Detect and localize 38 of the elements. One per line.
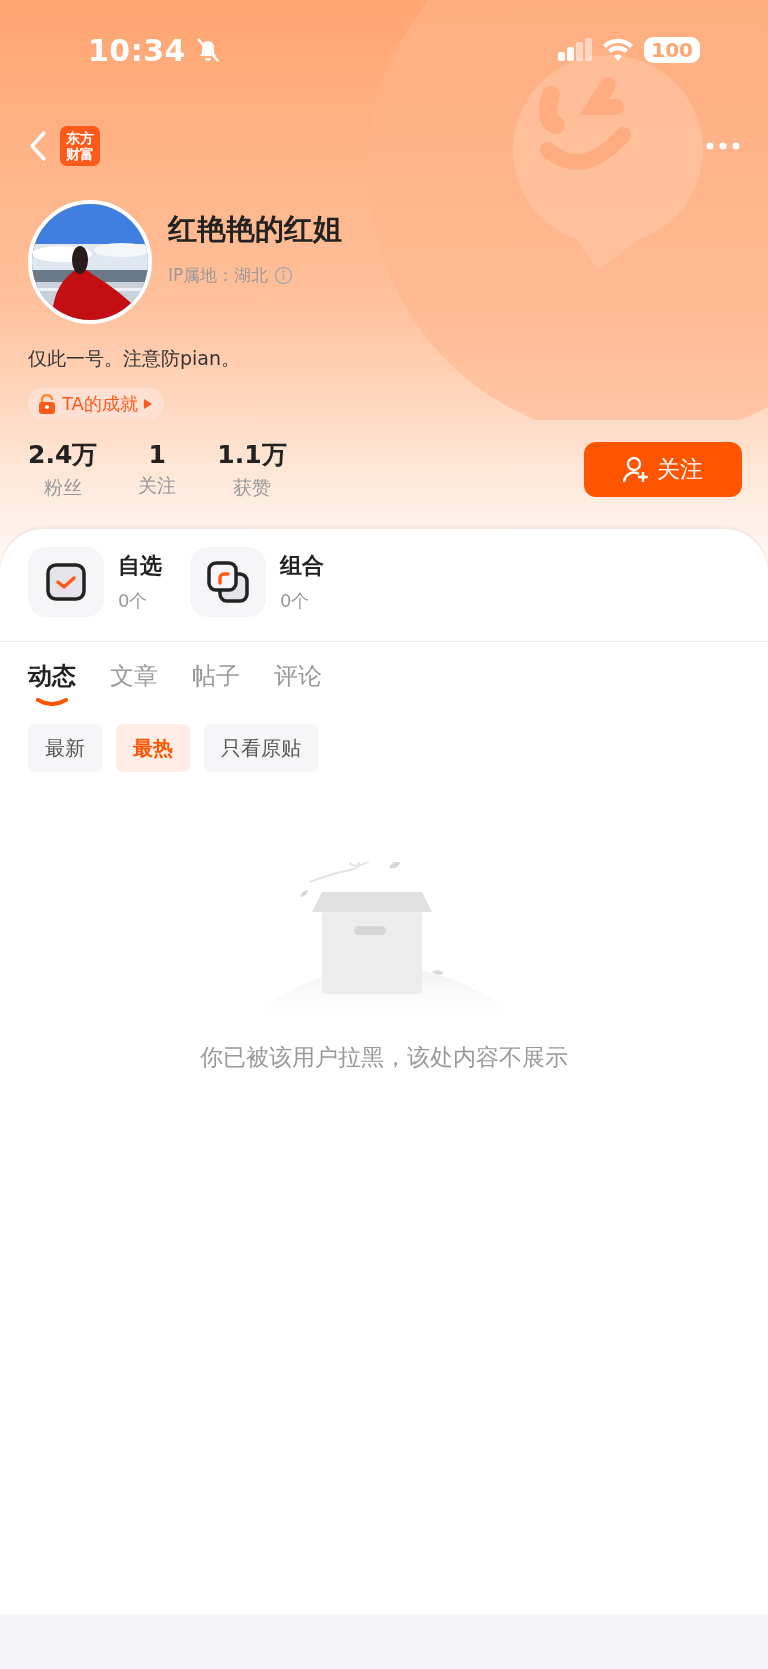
- empty-message: 你已被该用户拉黑，该处内容不展示: [200, 1043, 568, 1072]
- achievement-link[interactable]: TA的成就: [28, 388, 164, 420]
- add-user-icon: [623, 455, 649, 484]
- more-icon[interactable]: [706, 142, 740, 150]
- app-logo: 东方 财富: [60, 126, 100, 166]
- shortcut-title: 自选: [118, 552, 162, 580]
- tab[interactable]: 文章: [110, 660, 158, 712]
- stat-label: 关注: [138, 473, 177, 498]
- stat-value: 2.4万: [28, 439, 98, 471]
- follow-button[interactable]: 关注: [584, 442, 742, 497]
- filter-chip[interactable]: 最热: [116, 724, 190, 772]
- filter-chip[interactable]: 只看原贴: [204, 724, 318, 772]
- status-time: 10:34: [88, 32, 186, 68]
- user-name: 红艳艳的红姐: [168, 211, 342, 248]
- shortcut-count: 0个: [118, 589, 149, 613]
- ip-location: IP属地：湖北: [168, 264, 269, 287]
- tab[interactable]: 评论: [274, 660, 322, 712]
- lock-icon: [38, 394, 56, 414]
- signal-icon: [558, 38, 593, 62]
- bio-text: 仅此一号。注意防pian。: [28, 346, 242, 371]
- back-icon[interactable]: [28, 130, 48, 162]
- tab[interactable]: 动态: [28, 660, 76, 712]
- tab-underline-icon: [36, 698, 68, 706]
- shortcut-count: 0个: [280, 589, 311, 613]
- triangle-icon: [143, 399, 152, 409]
- wifi-icon: [602, 38, 635, 62]
- checkbox-icon: [46, 563, 86, 601]
- stat-value: 1: [148, 440, 166, 469]
- tab[interactable]: 帖子: [192, 660, 240, 712]
- battery-level: 100: [644, 37, 700, 63]
- stat-label: 获赞: [232, 475, 271, 500]
- overlapping-squares-icon: [207, 561, 249, 603]
- shortcut-title: 组合: [280, 552, 324, 580]
- bell-muted-icon: [196, 37, 220, 63]
- filter-chip[interactable]: 最新: [28, 724, 102, 772]
- info-icon[interactable]: [274, 266, 294, 285]
- stat-label: 粉丝: [43, 475, 82, 500]
- stat-value: 1.1万: [217, 439, 287, 471]
